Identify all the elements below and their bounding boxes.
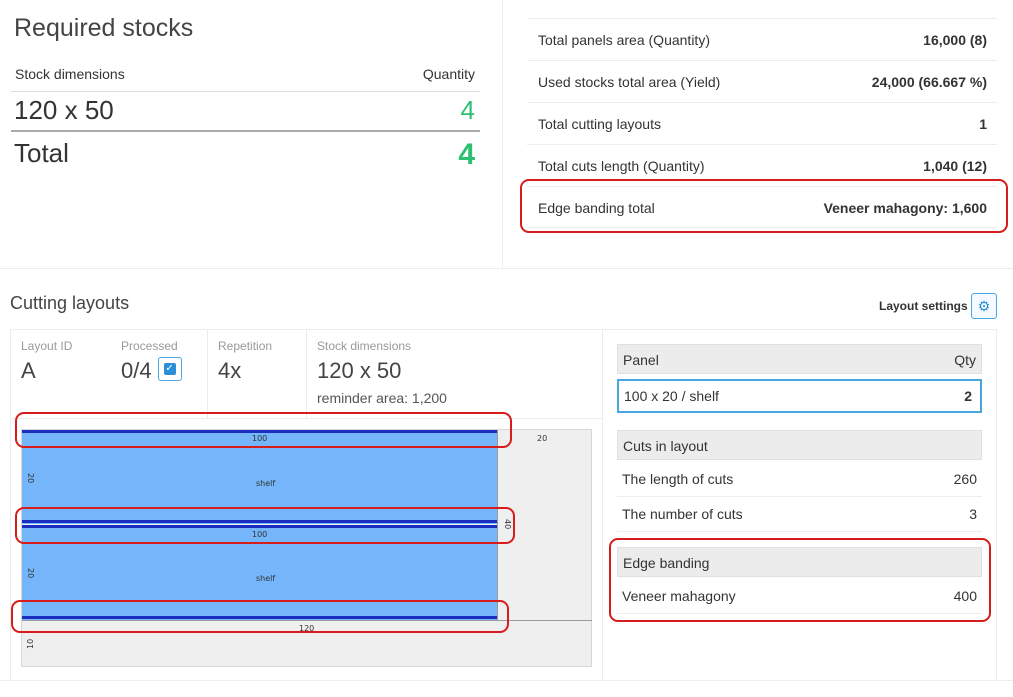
summary-label: Total cutting layouts <box>538 116 661 132</box>
cuts-row-label: The number of cuts <box>622 506 743 522</box>
cuts-header-label: Cuts in layout <box>623 438 708 454</box>
panel-name-label: shelf <box>256 479 276 488</box>
processed-value-wrap: 0/4 ✓ <box>121 357 182 384</box>
summary-value: 16,000 (8) <box>923 32 987 48</box>
cuts-row-value: 3 <box>969 506 977 522</box>
check-icon: ✓ <box>163 363 176 376</box>
cuts-table-header: Cuts in layout <box>617 430 982 460</box>
repetition-cell: Repetition 4x <box>208 330 305 418</box>
panel-name-label: shelf <box>256 574 276 583</box>
cuts-row: The number of cuts 3 <box>617 498 982 532</box>
divider <box>11 91 480 92</box>
panel-row-label: 100 x 20 / shelf <box>624 388 719 404</box>
total-row: Total 4 <box>14 138 475 171</box>
gears-icon: ⚙ <box>977 298 991 314</box>
waste-bottom-label: 10 <box>26 638 35 649</box>
edge-band-bottom-highlight <box>11 600 509 633</box>
layout-settings-label[interactable]: Layout settings <box>879 299 968 313</box>
required-stocks-header: Stock dimensions Quantity <box>15 66 475 82</box>
repetition-label: Repetition <box>218 339 273 353</box>
section-divider <box>0 268 1013 269</box>
summary-value: 1,040 (12) <box>923 158 987 174</box>
summary-label: Total cuts length (Quantity) <box>538 158 705 174</box>
divider <box>11 130 480 132</box>
repetition-value: 4x <box>218 358 242 383</box>
stock-dimension-value: 120 x 50 <box>14 95 114 125</box>
waste-width-label: 20 <box>537 434 548 443</box>
processed-checkbox[interactable]: ✓ <box>157 357 182 382</box>
divider <box>0 680 1013 681</box>
panel-row-selected[interactable]: 100 x 20 / shelf 2 <box>617 379 982 413</box>
edge-band-top-highlight <box>15 412 512 448</box>
stock-dimensions-label: Stock dimensions <box>317 339 412 353</box>
edge-banding-total-highlight <box>520 179 1008 233</box>
cuts-row-label: The length of cuts <box>622 471 734 487</box>
reminder-area: reminder area: 1,200 <box>317 390 447 406</box>
panel-height-label: 20 <box>26 473 35 484</box>
processed-value: 0/4 <box>121 358 152 383</box>
processed-label: Processed <box>121 339 178 353</box>
panel-row-qty: 2 <box>964 388 972 404</box>
stock-dimensions-value: 120 x 50 <box>317 358 402 383</box>
stock-dimensions-cell: Stock dimensions 120 x 50 reminder area:… <box>307 330 597 418</box>
panel-column-header: Panel <box>623 352 659 368</box>
cuts-row: The length of cuts 260 <box>617 463 982 497</box>
cutting-layouts-title: Cutting layouts <box>10 293 130 313</box>
summary-label: Total panels area (Quantity) <box>538 32 710 48</box>
quantity-column-header: Quantity <box>422 66 475 82</box>
panel-table-header: Panel Qty <box>617 344 982 374</box>
summary-label: Used stocks total area (Yield) <box>538 74 721 90</box>
layout-id-value: A <box>21 358 36 383</box>
layout-settings-button[interactable]: ⚙ <box>971 293 997 319</box>
edge-banding-table-highlight <box>609 538 991 622</box>
edge-band-middle-highlight <box>15 507 515 544</box>
processed-cell: Processed 0/4 ✓ <box>111 330 207 418</box>
layout-id-label: Layout ID <box>21 339 73 353</box>
divider <box>602 330 603 680</box>
total-value: 4 <box>458 138 475 171</box>
stock-dimensions-column-header: Stock dimensions <box>15 66 125 82</box>
stock-row: 120 x 50 4 <box>14 95 475 126</box>
layout-id-cell: Layout ID A <box>11 330 108 418</box>
qty-column-header: Qty <box>954 352 976 368</box>
summary-value: 1 <box>979 116 987 132</box>
summary-row: Total cutting layouts 1 <box>527 102 997 144</box>
stock-quantity-value: 4 <box>460 95 475 125</box>
total-label: Total <box>14 138 69 168</box>
cuts-row-value: 260 <box>953 471 977 487</box>
summary-row: Used stocks total area (Yield) 24,000 (6… <box>527 60 997 102</box>
required-stocks-title: Required stocks <box>14 14 194 42</box>
panel-height-label: 20 <box>26 568 35 579</box>
summary-value: 24,000 (66.667 %) <box>871 74 987 90</box>
summary-row: Total panels area (Quantity) 16,000 (8) <box>527 18 997 60</box>
required-stocks-section: Required stocks Stock dimensions Quantit… <box>0 0 503 268</box>
